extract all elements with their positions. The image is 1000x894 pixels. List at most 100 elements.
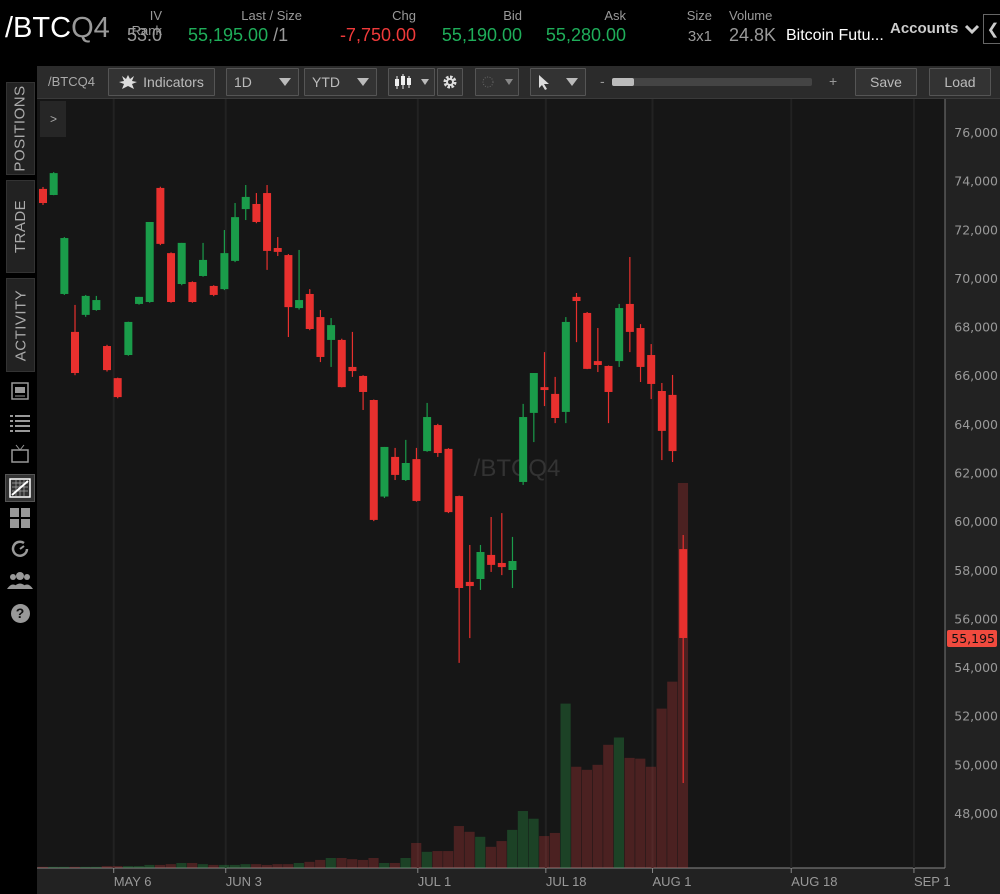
ask-label: Ask: [580, 8, 626, 23]
volume-bar: [550, 833, 560, 868]
volume-bar: [593, 765, 603, 868]
candle-body: [605, 366, 613, 392]
last-price-label: 55,195: [951, 631, 995, 646]
volume-bar: [251, 864, 261, 868]
candle-body: [551, 394, 559, 418]
price-tick-label: 72,000: [954, 222, 998, 237]
volume-bar: [368, 858, 378, 868]
price-chart[interactable]: /BTCQ4 76,00074,00072,00070,00068,00066,…: [37, 99, 1000, 894]
volume-bar: [48, 867, 58, 868]
candle-body: [391, 457, 399, 475]
zoom-in-button[interactable]: +: [829, 73, 837, 89]
volume-bar: [70, 867, 80, 868]
candle-body: [402, 463, 410, 480]
interval-select[interactable]: 1D: [226, 68, 299, 96]
volume-bar: [464, 832, 474, 868]
candle-body: [199, 260, 207, 276]
dropdown-arrow-icon: [357, 78, 369, 86]
charts-icon[interactable]: [5, 474, 35, 502]
community-icon[interactable]: [7, 569, 33, 591]
time-tick-label: JUL 18: [546, 874, 587, 889]
price-axis[interactable]: [945, 99, 1000, 894]
price-tick-label: 48,000: [954, 806, 998, 821]
zoom-slider-thumb[interactable]: [612, 78, 634, 86]
time-tick-label: JUN 3: [226, 874, 262, 889]
chart-type-select[interactable]: [388, 68, 435, 96]
plot-area[interactable]: [37, 99, 945, 868]
candle-body: [679, 549, 687, 638]
chart-settings-button[interactable]: [437, 68, 463, 96]
candle-body: [306, 294, 314, 329]
candle-body: [167, 253, 175, 302]
volume-bar: [304, 862, 314, 868]
candle-body: [263, 193, 271, 251]
volume-bar: [379, 863, 389, 868]
candle-body: [252, 204, 260, 222]
bid-label: Bid: [470, 8, 522, 23]
volume-bar: [625, 758, 635, 868]
indicators-label: Indicators: [143, 74, 204, 90]
chart-symbol: /BTCQ4: [48, 74, 95, 89]
volume-bar: [667, 682, 677, 868]
candle-body: [210, 286, 218, 295]
candle-body: [615, 308, 623, 361]
candle-body: [39, 189, 47, 203]
candle-body: [508, 561, 516, 570]
tab-positions[interactable]: POSITIONS: [6, 82, 35, 175]
last-size-label: Last / Size: [200, 8, 302, 23]
size-value: 3x1: [680, 28, 712, 45]
volume-bar: [507, 830, 517, 868]
range-select[interactable]: YTD: [304, 68, 377, 96]
time-tick-label: MAY 6: [114, 874, 152, 889]
volume-bar: [315, 860, 325, 868]
help-icon[interactable]: ?: [9, 602, 31, 624]
symbol-title[interactable]: /BTCQ4: [5, 12, 110, 45]
grid-icon[interactable]: [9, 507, 31, 529]
history-icon[interactable]: [9, 538, 31, 560]
volume-bar: [347, 859, 357, 868]
candle-body: [327, 325, 335, 340]
price-tick-label: 56,000: [954, 611, 998, 626]
candle-body: [637, 328, 645, 367]
volume-bar: [198, 864, 208, 868]
list-icon[interactable]: [9, 412, 31, 434]
time-tick-label: SEP 1: [914, 874, 951, 889]
tab-activity-label: ACTIVITY: [12, 289, 29, 361]
price-tick-label: 62,000: [954, 465, 998, 480]
price-tick-label: 68,000: [954, 320, 998, 335]
tv-icon[interactable]: [9, 442, 31, 464]
load-button[interactable]: Load: [929, 68, 991, 96]
candle-body: [60, 238, 68, 294]
save-button[interactable]: Save: [855, 68, 917, 96]
candle-body: [188, 282, 196, 302]
candle-body: [348, 367, 356, 371]
tab-positions-label: POSITIONS: [12, 85, 29, 171]
candle-body: [498, 563, 506, 567]
candle-body: [231, 217, 239, 261]
accounts-dropdown[interactable]: Accounts: [890, 20, 980, 37]
candle-body: [135, 297, 143, 304]
volume-bar: [176, 863, 186, 868]
price-tick-label: 54,000: [954, 660, 998, 675]
chevron-left-icon: ❮: [987, 20, 1000, 38]
volume-bar: [336, 858, 346, 868]
volume-bar: [80, 867, 90, 868]
volume-bar: [571, 767, 581, 868]
candle-body: [92, 300, 100, 310]
volume-bar: [560, 704, 570, 868]
tab-trade[interactable]: TRADE: [6, 180, 35, 273]
drawing-tools-select[interactable]: [475, 68, 519, 96]
news-icon[interactable]: [9, 380, 31, 402]
candle-body: [540, 387, 548, 390]
cursor-select[interactable]: [530, 68, 586, 96]
volume-bar: [475, 837, 485, 868]
dropdown-arrow-icon: [505, 79, 513, 85]
time-tick-label: AUG 1: [653, 874, 692, 889]
zoom-slider[interactable]: [612, 78, 812, 86]
collapse-panel-button[interactable]: ❮: [983, 14, 1000, 44]
zoom-out-button[interactable]: -: [600, 73, 605, 89]
indicators-button[interactable]: Indicators: [108, 68, 215, 96]
tab-activity[interactable]: ACTIVITY: [6, 278, 35, 372]
volume-bar: [528, 819, 538, 868]
cursor-arrow-icon: [538, 74, 550, 90]
